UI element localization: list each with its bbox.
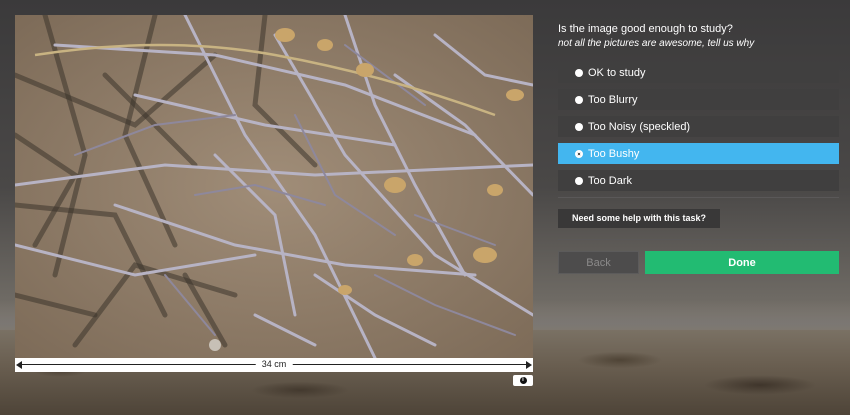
scale-label: 34 cm bbox=[255, 358, 293, 371]
answer-label: OK to study bbox=[588, 66, 646, 79]
answer-too-dark[interactable]: Too Dark bbox=[558, 170, 839, 191]
answer-label: Too Noisy (speckled) bbox=[588, 120, 691, 133]
task-question: Is the image good enough to study? bbox=[558, 23, 733, 35]
radio-icon bbox=[575, 122, 583, 131]
arrow-right-icon bbox=[526, 361, 532, 369]
subject-image[interactable] bbox=[15, 15, 533, 358]
back-button[interactable]: Back bbox=[558, 251, 639, 274]
answer-label: Too Bushy bbox=[588, 147, 640, 160]
radio-icon bbox=[575, 95, 583, 104]
radio-icon bbox=[575, 68, 583, 77]
answer-too-noisy[interactable]: Too Noisy (speckled) bbox=[558, 116, 839, 137]
answer-list: OK to study Too Blurry Too Noisy (speckl… bbox=[558, 62, 839, 191]
radio-checked-icon bbox=[575, 149, 583, 158]
scale-bar: 34 cm bbox=[15, 358, 533, 372]
answer-ok-to-study[interactable]: OK to study bbox=[558, 62, 839, 83]
help-button[interactable]: Need some help with this task? bbox=[558, 209, 721, 228]
answer-label: Too Blurry bbox=[588, 93, 638, 106]
divider bbox=[558, 197, 839, 198]
task-controls: Back Done bbox=[558, 251, 839, 274]
arrow-left-icon bbox=[16, 361, 22, 369]
info-icon: i bbox=[519, 377, 527, 384]
divider bbox=[558, 239, 839, 240]
done-button[interactable]: Done bbox=[645, 251, 839, 274]
answer-too-bushy[interactable]: Too Bushy bbox=[558, 143, 839, 164]
task-panel: Is the image good enough to study? not a… bbox=[558, 22, 839, 274]
task-help-text: not all the pictures are awesome, tell u… bbox=[558, 38, 755, 49]
radio-icon bbox=[575, 176, 583, 185]
answer-label: Too Dark bbox=[588, 174, 633, 187]
answer-too-blurry[interactable]: Too Blurry bbox=[558, 89, 839, 110]
subject-photo bbox=[15, 15, 533, 358]
metadata-button[interactable]: i bbox=[513, 375, 533, 386]
